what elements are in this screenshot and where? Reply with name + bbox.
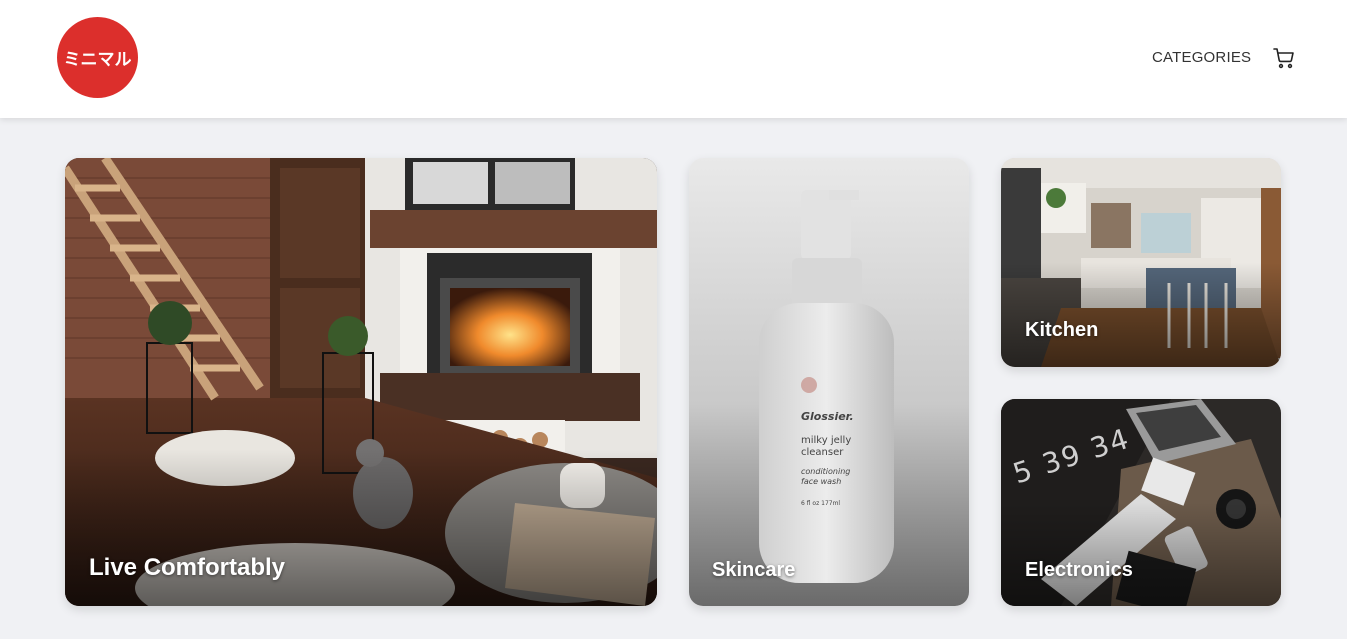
category-card-kitchen[interactable]: Kitchen	[1001, 158, 1281, 367]
category-card-skincare[interactable]: Glossier. milky jelly cleanser condition…	[689, 158, 969, 606]
bottle-line-3: conditioning	[801, 467, 851, 476]
living-room-image	[65, 158, 657, 606]
category-label-live-comfortably: Live Comfortably	[89, 554, 286, 581]
bottle-size: 6 fl oz 177ml	[801, 500, 841, 507]
nav-categories-link[interactable]: CATEGORIES	[1152, 49, 1251, 66]
bottle-line-1: milky jelly	[801, 435, 852, 446]
brand-logo-text: ミニマル	[63, 50, 132, 70]
bottle-line-4: face wash	[801, 477, 842, 486]
skincare-image	[689, 158, 969, 606]
category-label-skincare: Skincare	[712, 559, 796, 581]
site-header: ミニマル CATEGORIES	[0, 0, 1347, 118]
bottle-line-2: cleanser	[801, 447, 844, 458]
bottle-brand-text: Glossier.	[801, 410, 854, 423]
brand-logo[interactable]: ミニマル	[57, 17, 138, 98]
shopping-cart-icon[interactable]	[1272, 46, 1296, 70]
category-card-electronics[interactable]: 5 39 34 Electronics	[1001, 399, 1281, 606]
category-card-live-comfortably[interactable]: Live Comfortably	[65, 158, 657, 606]
category-label-kitchen: Kitchen	[1025, 319, 1099, 341]
category-label-electronics: Electronics	[1025, 559, 1133, 581]
